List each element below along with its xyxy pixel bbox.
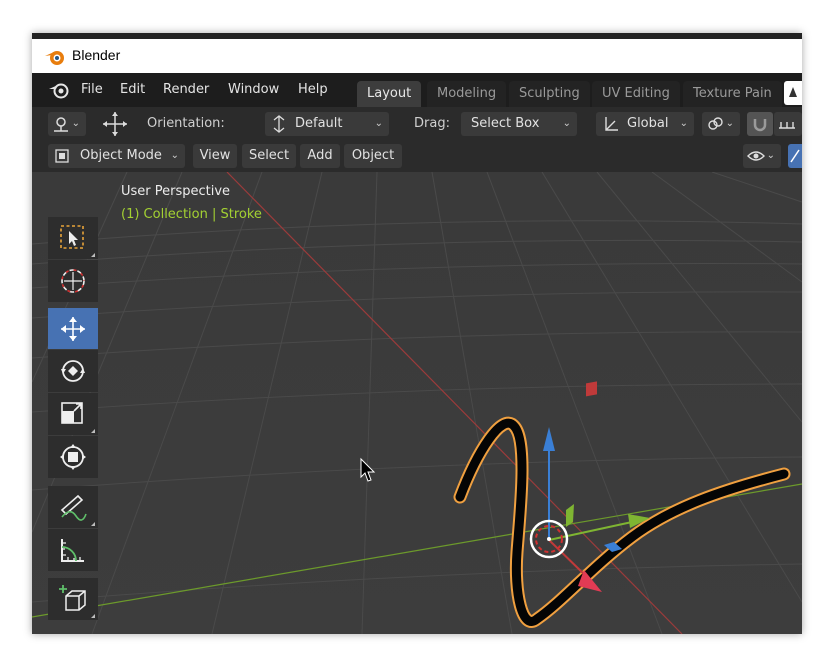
menu-add[interactable]: Add (300, 144, 340, 168)
tool-header: ⌄ Orientation: Default ⌄ Drag: Select Bo… (32, 107, 802, 140)
tab-sculpting[interactable]: Sculpting (509, 81, 590, 107)
eye-icon (747, 151, 765, 161)
cursor-tool[interactable] (48, 260, 98, 302)
gizmo-icon (790, 149, 800, 163)
top-menubar: File Edit Render Window Help Layout Mode… (32, 73, 802, 107)
add-cube-tool[interactable] (48, 578, 98, 620)
mode-value: Object Mode (80, 148, 162, 163)
select-box-tool[interactable] (48, 217, 98, 259)
scale-icon (61, 402, 83, 424)
move-tool[interactable] (48, 308, 98, 349)
mode-dropdown[interactable]: Object Mode ⌄ (48, 144, 185, 168)
annotate-tool[interactable] (48, 486, 98, 528)
transform-orientation-value: Global (627, 116, 669, 131)
orientation-value: Default (295, 116, 343, 131)
chevron-down-icon: ⌄ (766, 150, 775, 161)
chevron-down-icon: ⌄ (170, 150, 179, 161)
blender-menu-icon[interactable] (48, 81, 70, 99)
chevron-down-icon: ⌄ (679, 118, 688, 129)
drag-value: Select Box (471, 116, 540, 131)
annotate-icon (60, 494, 87, 521)
chevron-down-icon: ⌄ (71, 118, 80, 129)
magnet-icon (753, 119, 767, 132)
orientation-dropdown[interactable]: Default ⌄ (265, 112, 389, 136)
measure-icon (61, 539, 84, 562)
orientation-label: Orientation: (147, 116, 225, 131)
transform-orientation-dropdown[interactable]: Global ⌄ (596, 112, 694, 136)
menu-file[interactable]: File (81, 82, 103, 97)
collection-info: (1) Collection | Stroke (121, 207, 262, 222)
tool-settings-dropdown[interactable]: ⌄ (48, 112, 86, 136)
rotate-tool[interactable] (48, 350, 98, 392)
pivot-point-dropdown[interactable]: ⌄ (702, 112, 740, 136)
viewport-scene (32, 172, 802, 634)
orientation-icon (273, 115, 285, 133)
pivot-link-icon (708, 117, 723, 130)
object-mode-icon (55, 149, 69, 163)
tab-texture-paint[interactable]: Texture Pain (683, 81, 782, 107)
snap-toggle[interactable] (747, 112, 773, 136)
blender-window: Blender File Edit Render Window Help Lay… (32, 33, 802, 634)
tab-modeling[interactable]: Modeling (427, 81, 507, 107)
tab-uv-editing[interactable]: UV Editing (592, 81, 680, 107)
menu-object[interactable]: Object (344, 144, 402, 168)
menu-help[interactable]: Help (298, 82, 328, 97)
perspective-label: User Perspective (121, 184, 231, 199)
global-axes-icon (605, 117, 618, 131)
menu-edit[interactable]: Edit (120, 82, 145, 97)
workspace-overflow-icon[interactable] (784, 81, 802, 105)
viewport-header: Object Mode ⌄ View Select Add Object ⌄ (32, 140, 802, 172)
blender-logo-icon (45, 51, 64, 65)
drag-label: Drag: (414, 116, 450, 131)
menu-select[interactable]: Select (242, 144, 296, 168)
chevron-down-icon: ⌄ (725, 118, 734, 129)
chevron-down-icon: ⌄ (374, 118, 383, 129)
rotate-icon (61, 360, 85, 382)
chevron-down-icon: ⌄ (562, 118, 571, 129)
menu-render[interactable]: Render (163, 82, 209, 97)
add-cube-icon (59, 585, 86, 611)
visibility-dropdown[interactable]: ⌄ (743, 144, 781, 168)
snap-tool-icon (54, 117, 68, 132)
3d-viewport[interactable]: User Perspective (1) Collection | Stroke (32, 172, 802, 634)
snap-increment-icon (779, 122, 795, 129)
transform-icon (60, 444, 86, 470)
move-icon (61, 317, 85, 341)
drag-dropdown[interactable]: Select Box ⌄ (461, 112, 577, 136)
window-title: Blender (72, 47, 121, 63)
menu-window[interactable]: Window (228, 82, 279, 97)
transform-tool[interactable] (48, 436, 98, 478)
menu-view[interactable]: View (193, 144, 237, 168)
gizmo-toggle[interactable] (788, 144, 802, 168)
scale-tool[interactable] (48, 393, 98, 435)
tab-layout[interactable]: Layout (357, 81, 422, 107)
measure-tool[interactable] (48, 529, 98, 571)
move-gizmo-icon[interactable] (101, 110, 129, 138)
select-box-icon (60, 225, 84, 249)
cursor-icon (61, 269, 85, 293)
window-titlebar: Blender (32, 33, 802, 73)
snap-target-dropdown[interactable] (774, 112, 802, 136)
